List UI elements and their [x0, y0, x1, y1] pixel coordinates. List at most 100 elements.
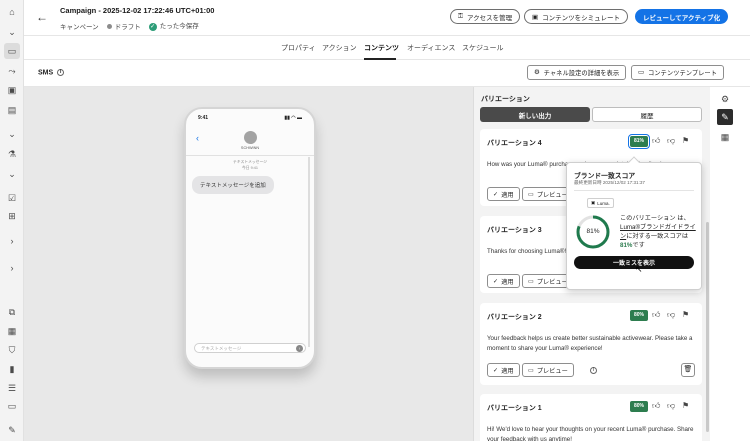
back-arrow-icon[interactable]: ←: [36, 10, 48, 24]
channel-settings-button[interactable]: ⚙ チャネル設定の詳細を表示: [527, 65, 627, 80]
preview-icon: ▭: [528, 277, 534, 285]
phone-preview: 9:41 ▮▮ ◠ ▬ ‹ SCHWINN テキストメッセージ 今日 9:41 テキ…: [184, 107, 316, 369]
info-icon[interactable]: i: [590, 367, 597, 374]
trash-icon[interactable]: 🗑︎: [681, 363, 695, 377]
thumbs-down-icon[interactable]: 👎︎: [667, 136, 675, 146]
page-title: Campaign - 2025-12-02 17:22:46 UTC+01:00: [60, 6, 215, 15]
variation-title: バリエーション 4: [487, 140, 542, 147]
simulate-icon: ▣: [532, 13, 539, 21]
chevron-right-icon[interactable]: ›: [6, 235, 18, 247]
last-updated: 最終更新日時 2025/12/02 17:31:37: [574, 180, 645, 185]
divider: [186, 155, 314, 156]
tab-schedule[interactable]: スケジュール: [462, 43, 504, 53]
tab-bar: プロパティ アクション コンテンツ オーディエンス スケジュール: [24, 36, 750, 60]
apply-button[interactable]: ✓ 適用: [487, 274, 520, 288]
score-description: このバリエーション は、Luma®ブランドガイドラインに対する一致スコアは81%…: [620, 215, 696, 249]
manage-access-button[interactable]: ⚿ アクセスを管理: [450, 9, 521, 24]
tab-content[interactable]: コンテンツ: [364, 43, 399, 53]
avatar: [244, 131, 257, 144]
content-template-button[interactable]: ▭ コンテンツテンプレート: [631, 65, 725, 80]
table-icon[interactable]: ▦: [6, 325, 18, 337]
thumbs-up-icon[interactable]: 👍︎: [652, 401, 660, 411]
tab-history[interactable]: 履歴: [592, 107, 702, 122]
flag-icon[interactable]: ⚑: [682, 310, 689, 319]
status-dot-icon: [106, 23, 112, 29]
settings-icon[interactable]: ⚙: [719, 93, 731, 105]
ring-score-text: 81%: [586, 228, 600, 235]
mouse-cursor-icon: ↖: [635, 264, 643, 274]
preview-icon: ▭: [528, 366, 534, 374]
left-rail: ⌂ ⌄ ▭ ⤳ ▣ ▤ ⌄ ⚗ ⌄ ☑ ⊞ › › ⧉ ▦ ⛉ ▮ ☰ ▭ ✎: [0, 0, 24, 441]
variation-body: Your feedback helps us create better sus…: [487, 335, 693, 352]
thumbs-up-icon[interactable]: 👍︎: [652, 136, 660, 146]
thumbs-down-icon[interactable]: 👎︎: [667, 401, 675, 411]
sender-name: SCHWINN: [240, 146, 260, 150]
brand-score-badge[interactable]: 80%: [630, 310, 648, 321]
info-icon[interactable]: i: [57, 69, 65, 76]
check-icon: ✓: [493, 277, 499, 285]
variation-title: バリエーション 1: [487, 405, 542, 412]
journey-icon[interactable]: ⤳: [6, 65, 18, 77]
campaign-type: キャンペーン: [60, 23, 99, 31]
saved-status: ✓ たった今保存: [148, 23, 199, 31]
copy-icon[interactable]: ⧉: [6, 306, 18, 318]
variation-title: バリエーション 2: [487, 314, 542, 321]
settings-icon: ⚙: [534, 69, 540, 76]
preview-button[interactable]: ▭ プレビュー: [522, 363, 574, 377]
chevron-down-icon[interactable]: ⌄: [6, 26, 18, 38]
content-toolbar: SMS i ⚙ チャネル設定の詳細を表示 ▭ コンテンツテンプレート: [24, 60, 750, 87]
folder-icon[interactable]: ▭: [6, 400, 18, 412]
thumbs-down-icon[interactable]: 👎︎: [667, 310, 675, 320]
ai-assistant-icon[interactable]: ✎: [717, 109, 733, 125]
message-meta: テキストメッセージ 今日 9:41: [233, 160, 267, 170]
variation-card: バリエーション 2 80% 👍︎ 👎︎ ⚑ Your feedback help…: [480, 303, 702, 385]
chart-icon[interactable]: ▮: [6, 363, 18, 375]
home-icon[interactable]: ⌂: [6, 6, 18, 18]
brand-score-badge[interactable]: 80%: [630, 401, 648, 412]
tab-actions[interactable]: アクション: [322, 43, 357, 53]
brand-score-badge[interactable]: 81%: [628, 134, 650, 149]
chevron-down-icon[interactable]: ⌄: [6, 168, 18, 180]
audience-icon[interactable]: ⊞: [6, 210, 18, 222]
check-icon: ✓: [493, 366, 499, 374]
phone-message-input: テキストメッセージ ↑: [194, 343, 306, 353]
apply-button[interactable]: ✓ 適用: [487, 187, 520, 201]
campaign-header: ← Campaign - 2025-12-02 17:22:46 UTC+01:…: [24, 0, 750, 36]
flag-icon[interactable]: ⚑: [682, 401, 689, 410]
apply-button[interactable]: ✓ 適用: [487, 363, 520, 377]
brand-icon: ▣: [591, 200, 596, 205]
fragment-icon[interactable]: ▤: [6, 104, 18, 116]
phone-status-bar: 9:41 ▮▮ ◠ ▬: [198, 115, 302, 121]
status-line: キャンペーン ドラフト ✓ たった今保存: [60, 20, 199, 31]
preview-icon: ▭: [528, 190, 534, 198]
lab-icon[interactable]: ⚗: [6, 148, 18, 160]
list-icon[interactable]: ☰: [6, 382, 18, 394]
tab-audience[interactable]: オーディエンス: [407, 43, 455, 53]
review-activate-button[interactable]: レビューしてアクティブ化: [635, 9, 729, 24]
simulate-content-button[interactable]: ▣ コンテンツをシミュレート: [524, 9, 629, 24]
chevron-right-icon[interactable]: ›: [6, 262, 18, 274]
variation-card: バリエーション 1 80% 👍︎ 👎︎ ⚑ Hi! We'd love to h…: [480, 394, 702, 441]
signal-icon: ▮▮ ◠ ▬: [284, 115, 302, 121]
panel-scrollbar[interactable]: [706, 222, 709, 432]
phone-back-icon: ‹: [196, 133, 199, 143]
edit-icon[interactable]: ✎: [6, 424, 18, 436]
flag-icon[interactable]: ⚑: [682, 136, 689, 145]
decision-icon[interactable]: ☑: [6, 192, 18, 204]
check-circle-icon: ✓: [148, 23, 157, 31]
brand-chip: ▣ Luma.: [587, 198, 614, 208]
message-bubble: テキストメッセージを追加: [192, 176, 274, 194]
tab-new-output[interactable]: 新しい出力: [480, 107, 590, 122]
chevron-down-icon[interactable]: ⌄: [6, 128, 18, 140]
key-icon: ⚿: [458, 12, 463, 20]
check-icon: ✓: [493, 190, 499, 198]
shield-icon[interactable]: ⛉: [6, 344, 18, 356]
show-mismatches-button[interactable]: 一致ミスを表示: [574, 256, 694, 269]
variation-title: バリエーション 3: [487, 227, 542, 234]
messages-icon[interactable]: ▭: [4, 43, 20, 59]
template-icon: ▭: [638, 69, 644, 76]
content-icon[interactable]: ▣: [6, 84, 18, 96]
layout-icon[interactable]: ▦: [719, 131, 731, 143]
tab-properties[interactable]: プロパティ: [281, 43, 316, 53]
thumbs-up-icon[interactable]: 👍︎: [652, 310, 660, 320]
